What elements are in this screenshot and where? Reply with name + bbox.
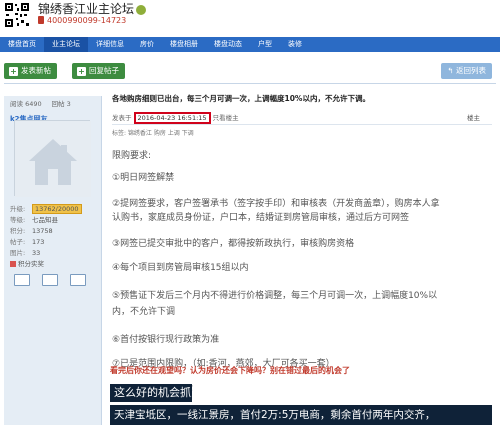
- profile-card-icon[interactable]: [14, 274, 30, 286]
- info-label: 等级:: [10, 216, 26, 224]
- phone-number: 4000990099-14723: [38, 16, 126, 25]
- post-paragraph: ④每个项目到房管局审核15组以内: [112, 263, 249, 273]
- default-avatar-house-icon: [15, 121, 91, 197]
- post-title: 各地购房细则已出台，每三个月可调一次，上调幅度10%以内，不允许下调。: [112, 94, 370, 103]
- post-paragraph: ⑥首付按银行现行政策为准: [112, 335, 220, 345]
- site-title: 锦绣香江业主论坛: [38, 0, 147, 17]
- author-info-row: 等级: 七品知县: [10, 215, 98, 226]
- nav-item[interactable]: 装修: [280, 37, 310, 52]
- warning-text: 看完后你还在观望吗？认为房价还会下降吗？别在错过最后的机会了: [110, 366, 350, 375]
- plus-icon: +: [9, 67, 18, 76]
- author-panel: 阅读 6490 回帖 3 k2焦点网友 升级: 13762/20000 等级: 七品知县…: [4, 96, 102, 425]
- author-actions: [14, 274, 86, 286]
- author-info-row: 升级: 13762/20000: [10, 204, 98, 215]
- post-paragraph: ②提网签要求，客户签署承书（签字按手印）和审核表（开发商盖章），购房本人拿: [112, 199, 440, 209]
- add-friend-icon[interactable]: [70, 274, 86, 286]
- highlight-banner: 这么好的机会抓紧了: [110, 384, 213, 402]
- divider: [112, 124, 492, 125]
- author-info-row: 图片: 33: [10, 248, 98, 259]
- info-label: 帖子:: [10, 238, 26, 246]
- message-icon[interactable]: [42, 274, 58, 286]
- author-info-row: 帖子: 173: [10, 237, 98, 248]
- post-meta: 发表于 2016-04-23 16:51:15 只看楼主 楼主: [112, 112, 480, 124]
- new-post-button[interactable]: + 发表新帖: [4, 63, 57, 79]
- post-paragraph: ①明日网签解禁: [112, 173, 175, 183]
- author-info: 升级: 13762/20000 等级: 七品知县 积分: 13758 帖子: 173 图片: 33…: [10, 204, 98, 270]
- back-arrow-icon: ↰: [447, 66, 456, 75]
- points-badge-icon: [10, 261, 16, 267]
- info-label: 图片:: [10, 249, 26, 257]
- avatar[interactable]: [14, 120, 91, 197]
- info-value: 七品知县: [32, 216, 58, 224]
- info-label: 积分:: [10, 227, 26, 235]
- divider: [4, 83, 496, 84]
- floor-label: 楼主: [467, 114, 480, 122]
- info-value: 33: [32, 249, 41, 257]
- info-value: 13758: [32, 227, 53, 235]
- info-value: 173: [32, 238, 45, 246]
- nav-item[interactable]: 楼盘动态: [206, 37, 250, 52]
- post-paragraph: ⑤预售证下发后三个月内不得进行价格调整，每三个月可调一次，上调幅度10%以: [112, 291, 438, 301]
- logo-leaf-icon: [136, 4, 147, 15]
- post-paragraph: 认购书，家庭成员身份证，户口本，结婚证到房管局审核，通过后方可网签: [112, 213, 410, 223]
- nav-item[interactable]: 楼盘相册: [162, 37, 206, 52]
- author-info-row: 积分: 13758: [10, 226, 98, 237]
- back-to-list-button[interactable]: ↰ 返回列表: [441, 63, 492, 79]
- info-value: 13762/20000: [32, 204, 82, 214]
- highlight-banner: 天津宝坻区，一线江景房，首付2万:5万电商，剩余首付两年内交齐，: [110, 405, 492, 425]
- site-header: 锦绣香江业主论坛 4000990099-14723: [0, 0, 500, 35]
- only-author-link[interactable]: 只看楼主: [213, 114, 239, 122]
- post-paragraph: ③网签已提交审批中的客户，都得按新政执行，审核购房资格: [112, 239, 355, 249]
- nav-item[interactable]: 楼盘首页: [0, 37, 44, 52]
- info-label: 升级:: [10, 205, 26, 213]
- reply-icon: +: [77, 67, 86, 76]
- phone-icon: [38, 16, 44, 24]
- qr-code-icon: [4, 2, 30, 28]
- info-value: 积分实奖: [18, 260, 44, 268]
- author-info-row: 积分实奖: [10, 259, 98, 270]
- post-timestamp: 2016-04-23 16:51:15: [133, 112, 211, 124]
- nav-item[interactable]: 房价: [132, 37, 162, 52]
- post-tags: 标签: 锦绣香江 购房 上调 下调: [112, 130, 194, 137]
- nav-item[interactable]: 详细信息: [88, 37, 132, 52]
- thread-stats: 阅读 6490 回帖 3: [10, 100, 71, 108]
- nav-item[interactable]: 业主论坛: [44, 37, 88, 52]
- nav-item[interactable]: 户型: [250, 37, 280, 52]
- post-paragraph: 内，不允许下调: [112, 307, 176, 317]
- main-nav: 楼盘首页 业主论坛 详细信息 房价 楼盘相册 楼盘动态 户型 装修: [0, 37, 500, 52]
- post-paragraph: 限购要求:: [112, 151, 152, 161]
- reply-button[interactable]: + 回复帖子: [72, 63, 125, 79]
